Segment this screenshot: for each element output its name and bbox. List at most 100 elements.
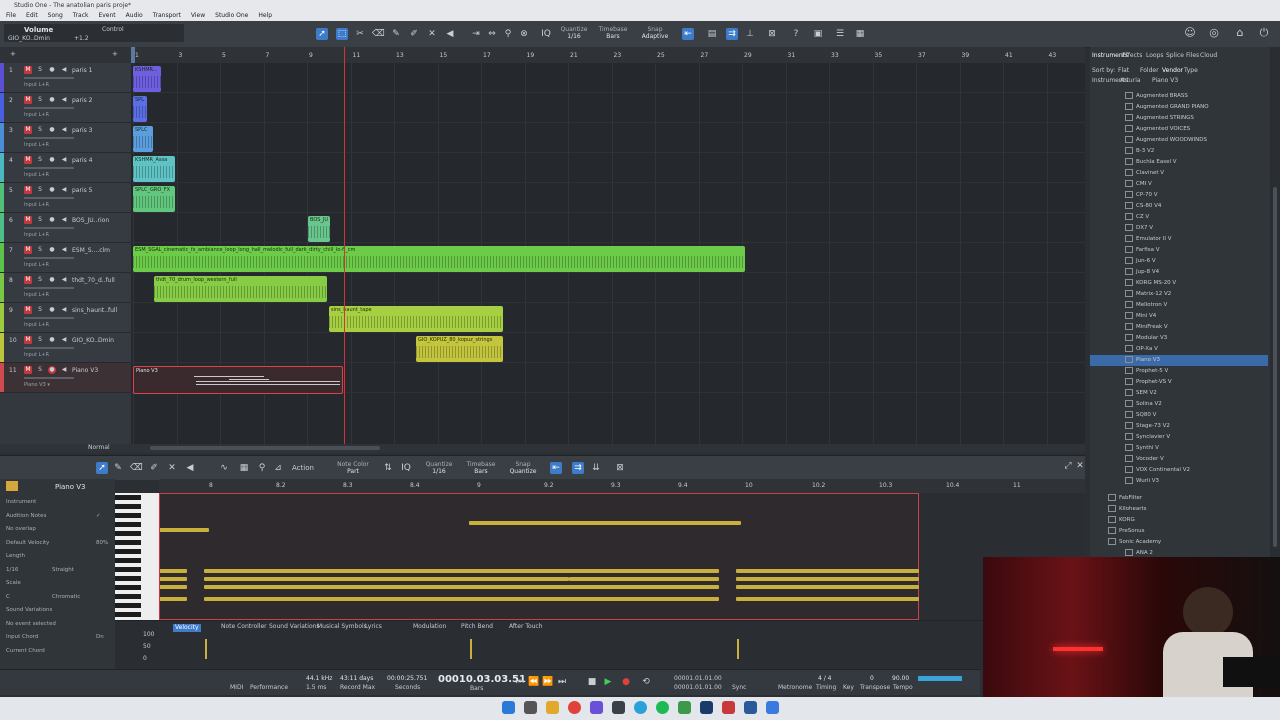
spotify-icon[interactable] (656, 701, 669, 714)
midi-note[interactable] (204, 569, 719, 573)
editor-eraser-icon[interactable]: ⌫ (130, 462, 143, 474)
rewind-start-icon[interactable]: ⏮ (514, 676, 526, 688)
track-header[interactable]: 9 M S ● ◀ sins_haunt..full Input L+R (0, 303, 131, 333)
mute-button[interactable]: M (24, 276, 32, 284)
forward-end-icon[interactable]: ⏭ (556, 676, 568, 688)
editor-zoom-icon[interactable]: ⚲ (256, 462, 268, 474)
track-color[interactable] (0, 243, 4, 272)
follow-icon[interactable]: ⊥ (744, 28, 756, 40)
record-arm-button[interactable]: ● (48, 156, 56, 164)
solo-button[interactable]: S (36, 156, 44, 164)
arrangement-view[interactable]: KSHMR... SPL SPLC KSHMR_Assa SPLC_GRO_FX BOS_… (131, 63, 1085, 444)
home-icon[interactable]: ⌂ (1234, 27, 1246, 39)
browser-item[interactable]: Augmented STRINGS (1125, 113, 1194, 124)
track-input[interactable]: Input L+R (24, 232, 49, 238)
editor-prop-value[interactable]: Dn (96, 634, 104, 640)
solo-button[interactable]: S (36, 126, 44, 134)
loop-start[interactable]: 00001.01.01.00 (674, 676, 722, 682)
fullscreen-icon[interactable]: ⊠ (766, 28, 778, 40)
editor-mute-icon[interactable]: ✕ (166, 462, 178, 474)
video-icon[interactable]: ▣ (812, 28, 824, 40)
editor-velocity-icon[interactable]: ⊿ (272, 462, 284, 474)
monitor-button[interactable]: ◀ (60, 216, 68, 224)
note-color-control[interactable]: Note Color Part (336, 461, 370, 475)
browser-item[interactable]: CMI V (1125, 179, 1152, 190)
power-icon[interactable]: ⏻ (1258, 27, 1270, 39)
mute-button[interactable]: M (24, 366, 32, 374)
play-icon[interactable]: ▶ (602, 676, 614, 688)
telegram-icon[interactable] (634, 701, 647, 714)
browser-item[interactable]: SQ80 V (1125, 410, 1156, 421)
sort-option[interactable]: Flat (1118, 68, 1129, 74)
volume-slider[interactable] (24, 77, 74, 79)
split-tool-icon[interactable]: ✂ (354, 28, 366, 40)
track-input[interactable]: Input L+R (24, 322, 49, 328)
part-color-swatch[interactable] (6, 481, 18, 491)
browser-item[interactable]: Prophet-VS V (1125, 377, 1172, 388)
track-color[interactable] (0, 333, 4, 362)
layout-icon[interactable]: ▦ (854, 28, 866, 40)
solo-button[interactable]: S (36, 336, 44, 344)
rewind-icon[interactable]: ⏪ (528, 676, 540, 688)
browser-scrollbar[interactable] (1270, 47, 1280, 557)
studio-one-icon[interactable] (766, 701, 779, 714)
browser-item[interactable]: Mini V4 (1125, 311, 1156, 322)
record-arm-button[interactable]: ● (48, 366, 56, 374)
chrome-icon[interactable] (568, 701, 581, 714)
pianoroll-ruler[interactable]: 8 8.2 8.3 8.4 9 9.2 9.3 9.4 10 10.2 10.3 10.4 11 (159, 479, 1085, 493)
editor-scroll-icon[interactable]: ⇊ (590, 462, 602, 474)
editor-quantize-control[interactable]: Quantize 1/16 (422, 461, 456, 475)
solo-button[interactable]: S (36, 186, 44, 194)
track-color[interactable] (0, 183, 4, 212)
clip[interactable]: SPL (133, 96, 147, 122)
black-key[interactable] (115, 567, 141, 572)
help-icon[interactable]: ? (790, 28, 802, 40)
track-input[interactable]: Input L+R (24, 142, 49, 148)
lane-tab[interactable]: Modulation (413, 624, 446, 630)
browser-item[interactable]: CZ V (1125, 212, 1149, 223)
browser-item[interactable]: Vocoder V (1125, 454, 1164, 465)
metronome-label[interactable]: Metronome (778, 685, 812, 691)
track-input[interactable]: Piano V3 ▾ (24, 382, 50, 388)
steam-icon[interactable] (700, 701, 713, 714)
track-color[interactable] (0, 303, 4, 332)
track-name[interactable]: GIO_KO..Dmin (72, 337, 114, 344)
horizontal-scrollbar[interactable] (150, 446, 380, 450)
editor-prop-value[interactable]: ✓ (96, 513, 101, 519)
menu-view[interactable]: View (191, 12, 205, 19)
record-arm-button[interactable]: ● (48, 306, 56, 314)
track-header[interactable]: 11 M S ● ◀ Piano V3 Piano V3 ▾ (0, 363, 131, 393)
volume-slider[interactable] (24, 167, 74, 169)
list-icon[interactable]: ☰ (834, 28, 846, 40)
mute-button[interactable]: M (24, 246, 32, 254)
controller-lane[interactable]: Velocity Note Controller Sound Variations M… (115, 620, 1085, 670)
eraser-tool-icon[interactable]: ⌫ (372, 28, 385, 40)
mute-tool-icon[interactable]: ✕ (426, 28, 438, 40)
stop-icon[interactable]: ■ (586, 676, 598, 688)
lane-tab[interactable]: Velocity (173, 624, 201, 632)
solo-button[interactable]: S (36, 306, 44, 314)
volume-slider[interactable] (24, 257, 74, 259)
app-red-icon[interactable] (722, 701, 735, 714)
lane-tab[interactable]: Sound Variations (269, 624, 320, 630)
monitor-button[interactable]: ◀ (60, 156, 68, 164)
track-input[interactable]: Input L+R (24, 292, 49, 298)
browser-item[interactable]: Matrix-12 V2 (1125, 289, 1171, 300)
track-header[interactable]: 3 M S ● ◀ paris 3 Input L+R (0, 123, 131, 153)
editor-prop-value[interactable]: Straight (52, 567, 74, 573)
track-header[interactable]: 7 M S ● ◀ ESM_S....clm Input L+R (0, 243, 131, 273)
track-color[interactable] (0, 123, 4, 152)
track-input[interactable]: Input L+R (24, 82, 49, 88)
track-color[interactable] (0, 93, 4, 122)
clip[interactable]: SPLC_GRO_FX (133, 186, 175, 212)
file-explorer-icon[interactable] (546, 701, 559, 714)
loop-icon[interactable]: ⟲ (640, 676, 652, 688)
comp-icon[interactable]: ⊗ (518, 28, 530, 40)
browser-item[interactable]: Prophet-5 V (1125, 366, 1168, 377)
editor-playhead[interactable] (159, 493, 160, 620)
browser-item[interactable]: Augmented VOICES (1125, 124, 1190, 135)
browser-tab[interactable]: Cloud (1200, 53, 1217, 59)
preset-box[interactable]: Volume GIO_KO..Dmin +1.2 Control (4, 24, 184, 42)
sort-option[interactable]: Vendor (1162, 68, 1183, 74)
solo-button[interactable]: S (36, 276, 44, 284)
